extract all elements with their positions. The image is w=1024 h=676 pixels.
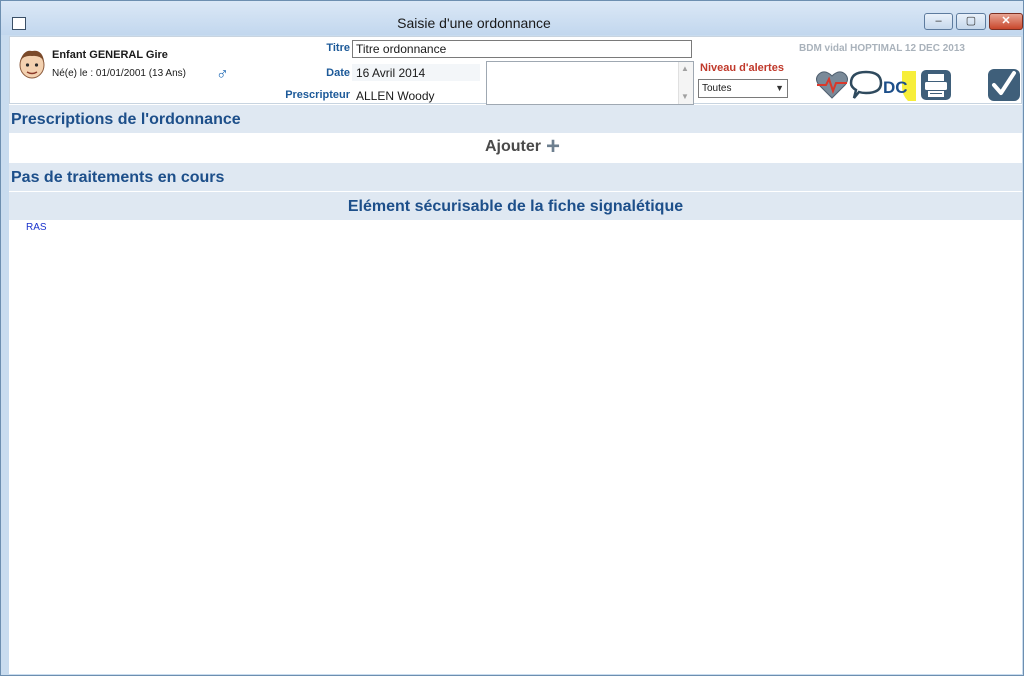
patient-name: Enfant GENERAL Gire [52,49,168,61]
notes-scrollbar[interactable]: ▲ ▼ [678,62,693,104]
main-window: Saisie d'une ordonnance – ▢ ✕ Enfant GEN… [0,0,1024,676]
print-icon[interactable] [918,67,954,103]
add-row: Ajouter + [9,133,1022,163]
prescriptions-section-header: Prescriptions de l'ordonnance [9,105,1022,133]
prescriptions-title: Prescriptions de l'ordonnance [11,111,241,128]
patient-birthdate: Né(e) le : 01/01/2001 (13 Ans) [52,68,186,79]
scroll-up-icon[interactable]: ▲ [681,64,689,73]
speech-bubble-icon[interactable] [848,67,884,103]
add-prescription-button[interactable]: Ajouter [485,138,541,156]
male-gender-icon: ♂ [216,64,229,83]
alert-level-label: Niveau d'alertes [700,62,784,74]
heartbeat-icon[interactable] [814,67,850,103]
maximize-icon: ▢ [965,15,977,27]
secure-section-header: Elément sécurisable de la fiche signalét… [9,192,1022,220]
prescriber-label: Prescripteur [285,89,350,101]
alert-level-select[interactable]: Toutes ▼ [698,79,788,98]
title-bar: Saisie d'une ordonnance – ▢ ✕ [1,1,1023,35]
secure-title: Elément sécurisable de la fiche signalét… [347,198,684,215]
title-input[interactable] [352,40,692,58]
minimize-icon: – [935,15,942,27]
maximize-button[interactable]: ▢ [956,13,986,30]
close-icon: ✕ [1001,15,1011,27]
scroll-down-icon[interactable]: ▼ [681,92,689,101]
dc-label: DC [883,78,908,97]
notes-textarea[interactable]: ▲ ▼ [486,61,694,105]
secure-value: RAS [26,222,47,233]
window-title: Saisie d'une ordonnance [397,15,551,31]
date-label: Date [326,67,350,79]
content-area: Enfant GENERAL Gire Né(e) le : 01/01/200… [9,36,1022,674]
treatments-title: Pas de traitements en cours [11,169,225,186]
date-value: 16 Avril 2014 [356,66,426,80]
dc-icon[interactable]: DC [882,67,918,103]
plus-icon[interactable]: + [546,133,560,161]
alert-level-value: Toutes [702,83,732,94]
prescriber-value: ALLEN Woody [356,89,435,103]
drug-database-info: BDM vidal HOPTIMAL 12 DEC 2013 [799,43,965,54]
validate-check-icon[interactable] [986,67,1022,103]
treatments-section-header: Pas de traitements en cours [9,163,1022,191]
prescription-header: Enfant GENERAL Gire Né(e) le : 01/01/200… [9,36,1022,105]
title-label: Titre [326,42,350,54]
minimize-button[interactable]: – [924,13,953,30]
child-avatar-icon [19,50,45,79]
close-button[interactable]: ✕ [989,13,1023,30]
chevron-down-icon: ▼ [775,83,784,93]
